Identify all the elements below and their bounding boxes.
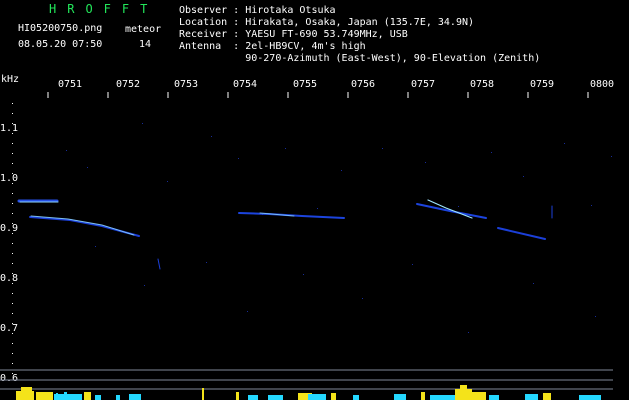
reference-lines <box>0 369 613 390</box>
signal-traces <box>17 199 553 270</box>
noise-speckles <box>66 123 612 333</box>
time-tick-marks <box>47 92 589 98</box>
bottom-spectrum <box>16 385 601 400</box>
freq-axis-dots <box>12 103 13 374</box>
spectrogram-display <box>0 92 613 400</box>
